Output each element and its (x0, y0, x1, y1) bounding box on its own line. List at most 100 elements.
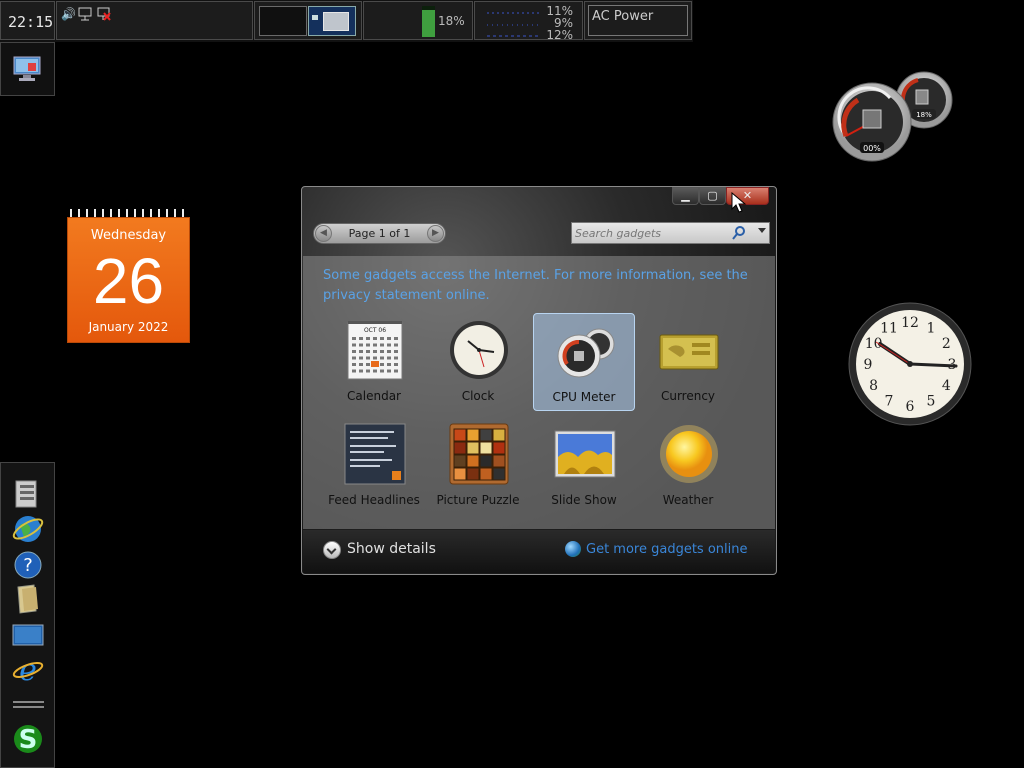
calendar-icon-cell (366, 350, 370, 353)
gadget-tile-calendar[interactable]: OCT 06 Calendar (323, 313, 425, 411)
puzzle-cell (453, 428, 467, 442)
chevron-down-icon (323, 541, 341, 559)
search-dropdown-arrow[interactable] (758, 228, 766, 233)
calendar-icon-cell (380, 337, 384, 340)
window-footer: Show details Get more gadgets online (303, 530, 775, 573)
network-monitor[interactable]: 11% 9% 12% (474, 1, 583, 42)
calendar-icon-cell (380, 343, 384, 347)
gadget-tile-weather[interactable]: Weather (637, 417, 739, 515)
puzzle-cell (492, 428, 506, 442)
gadget-label: Slide Show (551, 493, 617, 507)
calendar-icon-cell (373, 356, 377, 360)
green-s-icon: S (14, 725, 42, 755)
gadget-gallery-window: ▁ ▢ ✕ ◀ Page 1 of 1 ▶ Some gadgets acces… (301, 186, 777, 575)
cpu-value: 00% (863, 144, 881, 153)
next-page-button[interactable]: ▶ (427, 225, 444, 242)
search-box (571, 222, 770, 244)
screen-icon (12, 624, 44, 646)
workspace-pager (254, 1, 362, 40)
calendar-icon-cell (380, 363, 384, 366)
dock-desktop[interactable] (12, 619, 44, 651)
dock-app[interactable]: S (12, 723, 44, 755)
network-disconnected-icon[interactable] (97, 7, 111, 21)
gadget-tile-cpu-meter[interactable]: CPU Meter (533, 313, 635, 411)
privacy-info-text[interactable]: Some gadgets access the Internet. For mo… (323, 266, 753, 306)
dock-internet[interactable] (12, 513, 44, 545)
gadget-tile-feed-headlines[interactable]: Feed Headlines (323, 417, 425, 515)
gadget-label: CPU Meter (552, 390, 616, 404)
show-details-label: Show details (347, 541, 436, 557)
net-value: 12% (546, 28, 573, 42)
workspace-window-thumb (312, 15, 318, 20)
cpu-monitor[interactable]: 18% (363, 1, 473, 40)
puzzle-cell (466, 454, 480, 468)
panel-clock[interactable]: 22:15 (0, 1, 55, 40)
globe-icon (12, 516, 44, 542)
gadget-tile-currency[interactable]: Currency (637, 313, 739, 411)
puzzle-cell (479, 467, 493, 481)
page-navigator: ◀ Page 1 of 1 ▶ (313, 223, 446, 244)
cpu-meter-gadget[interactable]: 18% 00% (830, 70, 954, 162)
gadget-label: Currency (660, 389, 716, 403)
workspace-1[interactable] (259, 6, 307, 36)
svg-text:?: ? (23, 555, 33, 576)
calendar-icon-cell (380, 356, 384, 360)
maximize-button[interactable]: ▢ (699, 187, 726, 205)
clock-gadget[interactable]: 121234567891011 (848, 302, 972, 426)
globe-icon (565, 541, 581, 557)
calendar-icon-cell (352, 350, 356, 353)
calendar-icon-cell (387, 343, 391, 347)
gadget-label: Weather (662, 493, 714, 507)
calendar-icon-cell (352, 363, 356, 366)
clock-numeral: 2 (942, 336, 951, 352)
dock-help[interactable]: ? (12, 549, 44, 581)
volume-icon[interactable]: 🔊 (61, 7, 76, 21)
page-label: Page 1 of 1 (348, 227, 411, 240)
puzzle-cell (492, 454, 506, 468)
calendar-icon-cell (366, 369, 370, 373)
calendar-icon-cell (380, 350, 384, 353)
gadget-label: Feed Headlines (328, 493, 420, 507)
power-status[interactable]: AC Power (584, 1, 692, 40)
folder-icon (17, 584, 38, 614)
clock-icon (450, 321, 508, 379)
workspace-window-thumb (323, 12, 349, 31)
calendar-icon-cell (359, 369, 363, 373)
gadget-tile-clock[interactable]: Clock (427, 313, 529, 411)
dock-browser[interactable]: e (12, 653, 44, 688)
puzzle-cell (479, 428, 493, 442)
monitor-icon (13, 56, 41, 81)
network-icon[interactable] (78, 7, 92, 21)
search-icon[interactable] (731, 225, 747, 241)
calendar-gadget[interactable]: Wednesday 26 January 2022 (67, 209, 190, 343)
get-more-gadgets-link[interactable]: Get more gadgets online (565, 540, 765, 560)
calendar-icon-cell (359, 356, 363, 360)
dock-separator (13, 701, 44, 703)
clock-numeral: 11 (880, 321, 898, 337)
puzzle-cell (453, 467, 467, 481)
minimize-button[interactable]: ▁ (672, 187, 699, 205)
calendar-icon-cell (394, 350, 398, 353)
gadget-tile-slide-show[interactable]: Slide Show (533, 417, 635, 515)
puzzle-cell (453, 441, 467, 455)
dock-documents[interactable] (12, 479, 44, 511)
svg-text:e: e (19, 653, 37, 685)
dock-separator (13, 706, 44, 708)
workspace-2[interactable] (308, 6, 356, 36)
show-desktop-button[interactable] (0, 42, 55, 96)
dock-files[interactable] (12, 583, 44, 615)
calendar-icon-cell (366, 337, 370, 340)
calendar-icon-cell (373, 369, 377, 373)
power-label: AC Power (592, 9, 654, 24)
calendar-icon-cell (352, 337, 356, 340)
calendar-icon-cell (387, 337, 391, 340)
calendar-weekday: Wednesday (90, 228, 167, 243)
system-tray: 🔊 (56, 1, 253, 40)
calendar-icon-month: OCT 06 (364, 327, 386, 334)
calendar-icon-cell (387, 350, 391, 353)
calendar-icon-cell (380, 369, 384, 373)
cpu-meter-icon (557, 328, 615, 378)
search-input[interactable] (575, 225, 725, 241)
gadget-tile-picture-puzzle[interactable]: Picture Puzzle (427, 417, 529, 515)
calendar-icon-cell (366, 343, 370, 347)
